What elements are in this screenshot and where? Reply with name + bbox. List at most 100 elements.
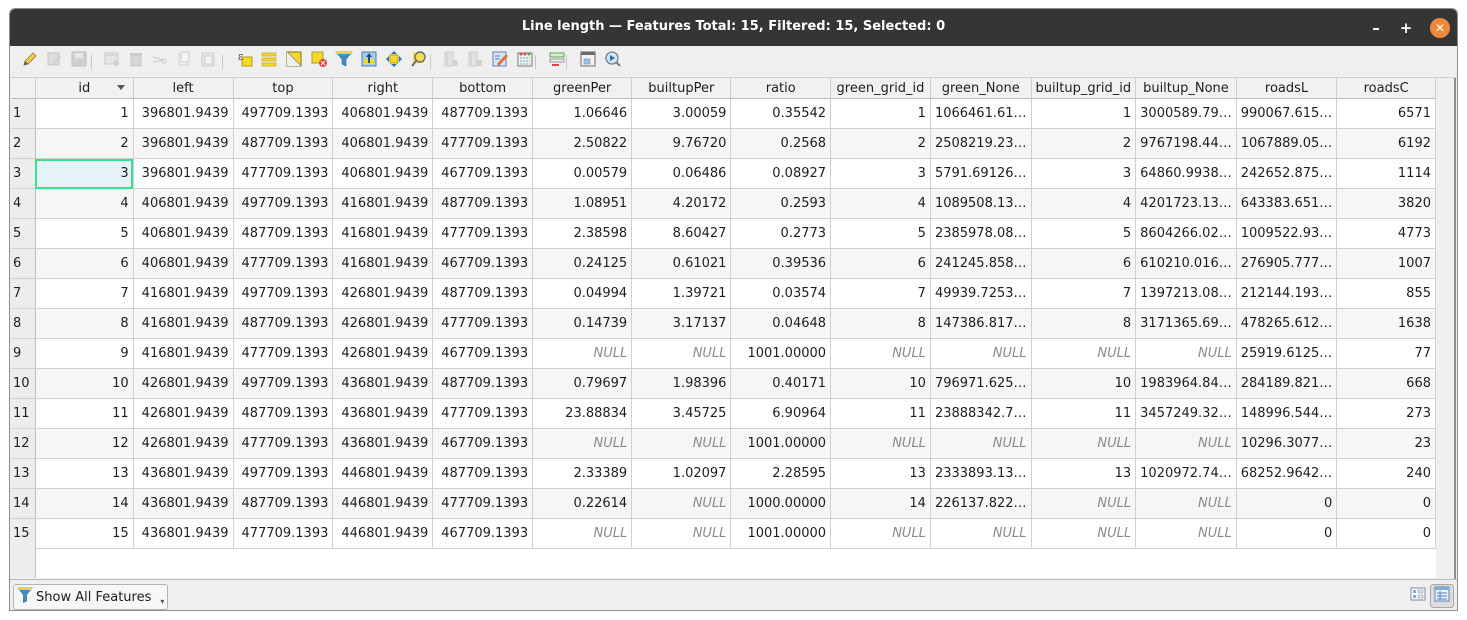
pencil-button[interactable] [21, 52, 39, 70]
cell-green-grid-id[interactable]: 2 [830, 128, 931, 159]
cell-roadsl[interactable]: 242652.875… [1236, 158, 1338, 189]
cell-green-none[interactable]: 147386.817… [930, 308, 1032, 339]
row-header[interactable]: 5 [11, 218, 36, 249]
cell-right[interactable]: 406801.9439 [332, 128, 434, 159]
cell-bottom[interactable]: 487709.1393 [432, 368, 534, 399]
cell-ratio[interactable]: 2.28595 [730, 458, 832, 489]
cell-ratio[interactable]: 0.40171 [730, 368, 832, 399]
column-header-builtup-grid-id[interactable]: builtup_grid_id [1031, 78, 1137, 99]
cell-top[interactable]: 497709.1393 [233, 368, 334, 399]
cell-right[interactable]: 436801.9439 [332, 368, 434, 399]
cell-green-grid-id[interactable]: 10 [830, 368, 931, 399]
cell-builtup-none[interactable]: NULL [1135, 488, 1237, 519]
row-header[interactable]: 3 [11, 158, 36, 189]
row-header[interactable]: 10 [11, 368, 36, 399]
cell-builtup-grid-id[interactable]: 2 [1031, 128, 1137, 159]
row-header[interactable]: 13 [11, 458, 36, 489]
cell-builtup-grid-id[interactable]: 13 [1031, 458, 1137, 489]
cell-bottom[interactable]: 487709.1393 [432, 278, 534, 309]
column-header-left[interactable]: left [133, 78, 234, 99]
cell-builtup-grid-id[interactable]: 11 [1031, 398, 1137, 429]
cell-top[interactable]: 497709.1393 [233, 188, 334, 219]
cell-green-none[interactable]: 1089508.13… [930, 188, 1032, 219]
cell-builtupper[interactable]: 0.61021 [631, 248, 732, 279]
cell-roadsc[interactable]: 0 [1336, 488, 1436, 519]
column-header-bottom[interactable]: bottom [432, 78, 534, 99]
cell-green-none[interactable]: 241245.858… [930, 248, 1032, 279]
cell-right[interactable]: 446801.9439 [332, 518, 434, 549]
cell-id[interactable]: 2 [35, 128, 134, 159]
cell-right[interactable]: 426801.9439 [332, 338, 434, 369]
cell-bottom[interactable]: 467709.1393 [432, 248, 534, 279]
minimize-button[interactable]: – [1366, 18, 1386, 38]
cell-green-grid-id[interactable]: NULL [830, 338, 931, 369]
cell-left[interactable]: 396801.9439 [133, 98, 234, 129]
cell-ratio[interactable]: 0.35542 [730, 98, 832, 129]
cell-greenper[interactable]: 0.22614 [532, 488, 633, 519]
conditional-formatting-button[interactable] [516, 52, 534, 70]
cell-left[interactable]: 436801.9439 [133, 488, 234, 519]
cell-roadsc[interactable]: 1007 [1336, 248, 1436, 279]
cell-ratio[interactable]: 1001.00000 [730, 518, 832, 549]
table-row[interactable]: 3 3 396801.9439 477709.1393 406801.9439 46770… [11, 158, 1436, 189]
cell-greenper[interactable]: NULL [532, 428, 633, 459]
cell-right[interactable]: 446801.9439 [332, 458, 434, 489]
cell-id[interactable]: 5 [35, 218, 134, 249]
cell-bottom[interactable]: 477709.1393 [432, 308, 534, 339]
cell-left[interactable]: 416801.9439 [133, 308, 234, 339]
cell-builtup-grid-id[interactable]: 10 [1031, 368, 1137, 399]
cell-roadsl[interactable]: 284189.821… [1236, 368, 1338, 399]
cell-id[interactable]: 15 [35, 518, 134, 549]
cell-roadsl[interactable]: 10296.3077… [1236, 428, 1338, 459]
cell-ratio[interactable]: 6.90964 [730, 398, 832, 429]
column-header-green-grid-id[interactable]: green_grid_id [830, 78, 931, 99]
copy-button[interactable] [175, 51, 193, 70]
cell-roadsc[interactable]: 1638 [1336, 308, 1436, 339]
cell-left[interactable]: 436801.9439 [133, 518, 234, 549]
cell-roadsl[interactable]: 212144.193… [1236, 278, 1338, 309]
cell-id[interactable]: 9 [35, 338, 134, 369]
cell-builtupper[interactable]: 4.20172 [631, 188, 732, 219]
cell-right[interactable]: 416801.9439 [332, 248, 434, 279]
cell-roadsl[interactable]: 68252.9642… [1236, 458, 1338, 489]
cell-ratio[interactable]: 0.03574 [730, 278, 832, 309]
deselect-all-button[interactable] [310, 51, 328, 70]
cell-top[interactable]: 477709.1393 [233, 518, 334, 549]
cell-greenper[interactable]: 0.04994 [532, 278, 633, 309]
cell-builtupper[interactable]: 0.06486 [631, 158, 732, 189]
cell-bottom[interactable]: 477709.1393 [432, 218, 534, 249]
cell-builtup-grid-id[interactable]: 8 [1031, 308, 1137, 339]
cell-top[interactable]: 487709.1393 [233, 488, 334, 519]
cell-top[interactable]: 487709.1393 [233, 398, 334, 429]
cell-id[interactable]: 1 [35, 98, 134, 129]
cell-green-none[interactable]: NULL [930, 518, 1032, 549]
table-row[interactable]: 12 12 426801.9439 477709.1393 436801.9439 467… [11, 428, 1436, 459]
cell-id[interactable]: 3 [35, 158, 134, 189]
select-by-expression-button[interactable]: ε [236, 50, 254, 70]
cell-builtup-grid-id[interactable]: 5 [1031, 218, 1137, 249]
cell-top[interactable]: 497709.1393 [233, 278, 334, 309]
cell-green-none[interactable]: 2508219.23… [930, 128, 1032, 159]
row-header[interactable]: 8 [11, 308, 36, 339]
table-row[interactable]: 10 10 426801.9439 497709.1393 436801.9439 487… [11, 368, 1436, 399]
cell-right[interactable]: 426801.9439 [332, 308, 434, 339]
cell-top[interactable]: 487709.1393 [233, 128, 334, 159]
row-header[interactable]: 7 [11, 278, 36, 309]
cell-green-grid-id[interactable]: 7 [830, 278, 931, 309]
row-header[interactable]: 9 [11, 338, 36, 369]
row-header[interactable]: 2 [11, 128, 36, 159]
cell-id[interactable]: 8 [35, 308, 134, 339]
cell-builtupper[interactable]: 3.45725 [631, 398, 732, 429]
cell-green-none[interactable]: NULL [930, 338, 1032, 369]
cell-builtup-grid-id[interactable]: 4 [1031, 188, 1137, 219]
cell-builtup-grid-id[interactable]: 6 [1031, 248, 1137, 279]
cell-builtup-grid-id[interactable]: 7 [1031, 278, 1137, 309]
cell-right[interactable]: 446801.9439 [332, 488, 434, 519]
cell-greenper[interactable]: 1.06646 [532, 98, 633, 129]
row-header[interactable]: 11 [11, 398, 36, 429]
dock-button[interactable] [579, 51, 597, 70]
cell-id[interactable]: 14 [35, 488, 134, 519]
cell-builtup-none[interactable]: 3000589.79… [1135, 98, 1237, 129]
cell-right[interactable]: 426801.9439 [332, 278, 434, 309]
cell-green-grid-id[interactable]: NULL [830, 518, 931, 549]
